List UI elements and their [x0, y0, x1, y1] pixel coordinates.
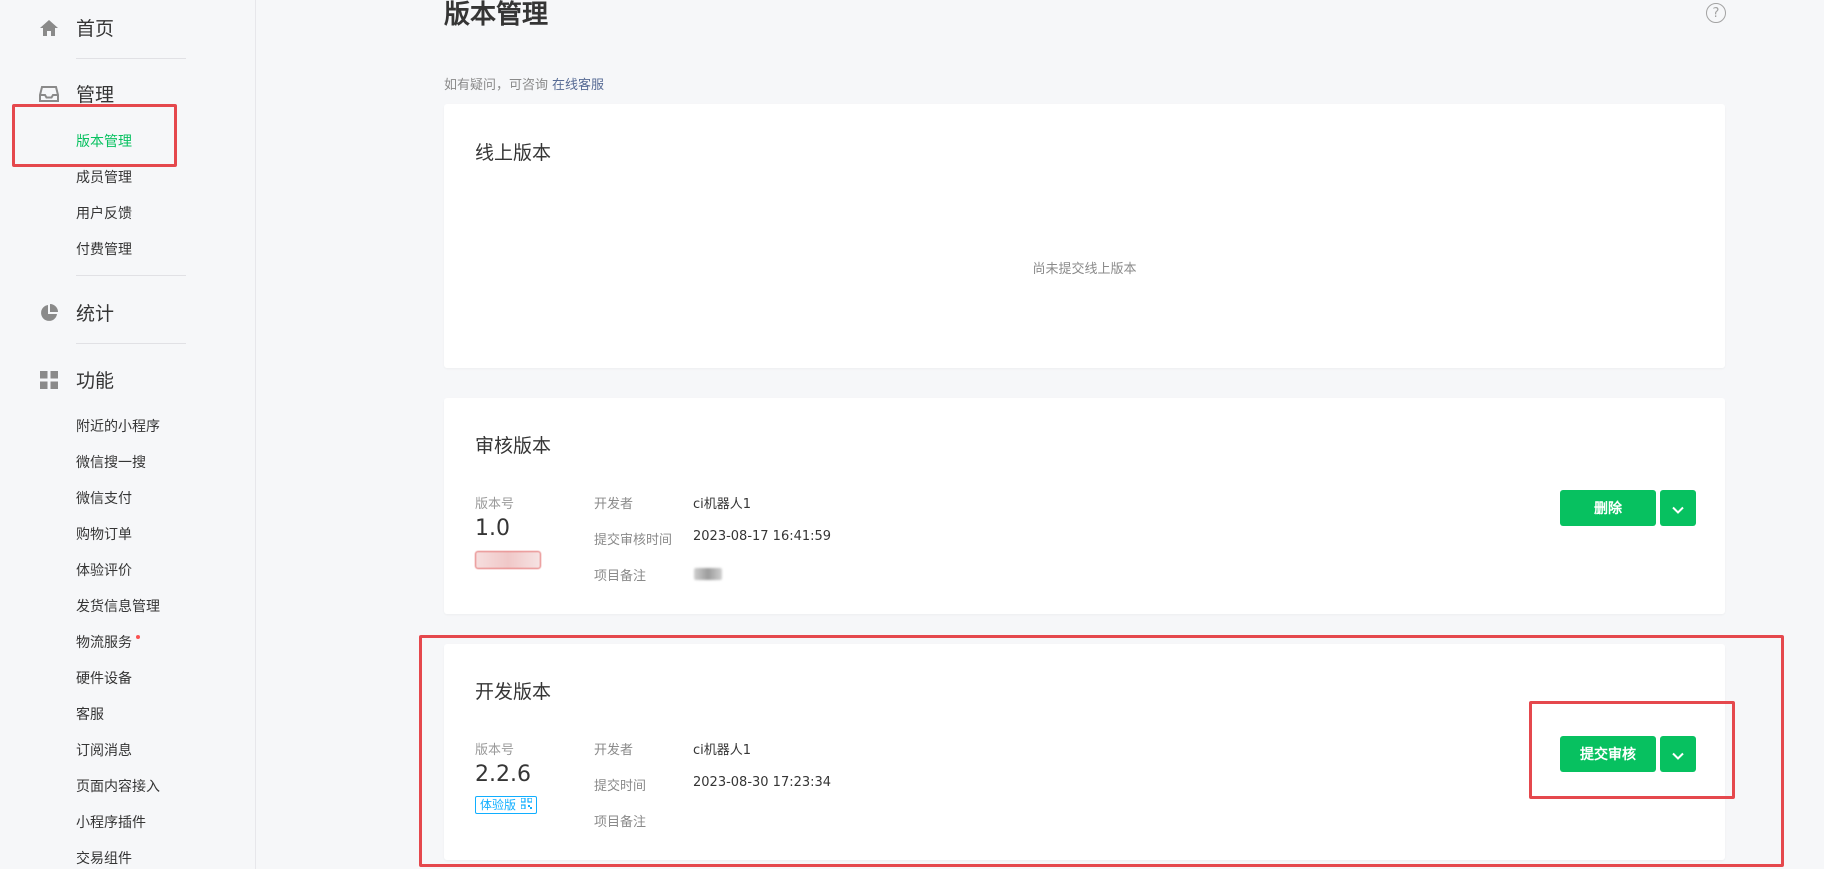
sidebar-item-pay[interactable]: 微信支付 — [76, 489, 132, 509]
online-version-title: 线上版本 — [475, 142, 552, 164]
submit-time-key: 提交审核时间 — [594, 533, 673, 548]
developer-key: 开发者 — [594, 497, 634, 512]
sidebar-item-payment[interactable]: 付费管理 — [76, 240, 132, 260]
sidebar-item-shipping[interactable]: 发货信息管理 — [76, 597, 160, 617]
version-number: 2.2.6 — [475, 762, 531, 787]
remark-key: 项目备注 — [594, 815, 647, 830]
sidebar-item-service[interactable]: 客服 — [76, 705, 104, 725]
divider — [76, 343, 186, 344]
sidebar-item-content[interactable]: 页面内容接入 — [76, 777, 160, 797]
version-number: 1.0 — [475, 516, 510, 541]
submit-time-value: 2023-08-30 17:23:34 — [693, 775, 832, 790]
delete-button[interactable]: 删除 — [1560, 490, 1656, 526]
nav-stats-label: 统计 — [76, 303, 115, 325]
version-label: 版本号 — [475, 743, 515, 758]
divider — [76, 275, 186, 276]
dev-version-card: 开发版本 版本号 2.2.6 体验版 开发者 ci机器人1 提交时间 2023-… — [444, 644, 1725, 860]
pie-chart-icon — [38, 302, 60, 324]
version-label: 版本号 — [475, 497, 515, 512]
developer-value: ci机器人1 — [693, 743, 752, 758]
sidebar-item-hardware[interactable]: 硬件设备 — [76, 669, 132, 689]
sidebar-item-members[interactable]: 成员管理 — [76, 168, 132, 188]
dev-more-button[interactable] — [1660, 736, 1696, 772]
online-service-link[interactable]: 在线客服 — [552, 78, 604, 93]
home-icon — [38, 17, 60, 39]
submit-time-value: 2023-08-17 16:41:59 — [693, 529, 832, 544]
nav-home[interactable]: 首页 — [38, 14, 114, 41]
trial-label: 体验版 — [480, 798, 517, 812]
sidebar-item-nearby[interactable]: 附近的小程序 — [76, 417, 160, 437]
developer-value: ci机器人1 — [693, 497, 752, 512]
remark-value — [694, 568, 722, 580]
page: 首页 管理 版本管理 成员管理 用户反馈 付费管理 统计 功能 附近的小程序 微… — [0, 0, 1824, 869]
sidebar-item-version[interactable]: 版本管理 — [76, 132, 132, 152]
chevron-down-icon — [1672, 745, 1684, 764]
status-badge — [475, 551, 541, 569]
hint-label: 如有疑问，可咨询 — [444, 78, 549, 93]
nav-manage[interactable]: 管理 — [38, 80, 114, 107]
inbox-icon — [38, 83, 60, 105]
sidebar-item-orders[interactable]: 购物订单 — [76, 525, 132, 545]
submit-review-button[interactable]: 提交审核 — [1560, 736, 1656, 772]
nav-home-label: 首页 — [76, 18, 115, 40]
nav-manage-label: 管理 — [76, 84, 115, 106]
nav-features[interactable]: 功能 — [38, 366, 114, 393]
notification-dot — [136, 635, 140, 639]
page-title: 版本管理 — [444, 0, 549, 30]
sidebar-item-plugins[interactable]: 小程序插件 — [76, 813, 146, 833]
sidebar-item-logistics[interactable]: 物流服务 — [76, 633, 132, 653]
grid-icon — [38, 369, 60, 391]
review-more-button[interactable] — [1660, 490, 1696, 526]
sidebar-item-trade[interactable]: 交易组件 — [76, 849, 132, 869]
help-icon[interactable]: ? — [1706, 3, 1726, 23]
dev-version-title: 开发版本 — [475, 681, 552, 703]
sidebar-item-feedback[interactable]: 用户反馈 — [76, 204, 132, 224]
qr-code-icon — [520, 797, 533, 813]
developer-key: 开发者 — [594, 743, 634, 758]
remark-key: 项目备注 — [594, 569, 647, 584]
divider — [76, 58, 186, 59]
sidebar-item-rating[interactable]: 体验评价 — [76, 561, 132, 581]
review-version-card: 审核版本 版本号 1.0 开发者 ci机器人1 提交审核时间 2023-08-1… — [444, 398, 1725, 614]
review-version-title: 审核版本 — [475, 435, 552, 457]
sidebar-item-subscribe[interactable]: 订阅消息 — [76, 741, 132, 761]
hint-text: 如有疑问，可咨询 在线客服 — [444, 74, 604, 93]
nav-features-label: 功能 — [76, 370, 115, 392]
chevron-down-icon — [1672, 499, 1684, 518]
sidebar-item-search[interactable]: 微信搜一搜 — [76, 453, 146, 473]
trial-badge[interactable]: 体验版 — [475, 796, 538, 814]
submit-time-key: 提交时间 — [594, 779, 647, 794]
nav-stats[interactable]: 统计 — [38, 299, 114, 326]
sidebar: 首页 管理 版本管理 成员管理 用户反馈 付费管理 统计 功能 附近的小程序 微… — [0, 0, 256, 869]
empty-state: 尚未提交线上版本 — [1032, 262, 1137, 277]
online-version-card: 线上版本 尚未提交线上版本 — [444, 104, 1725, 368]
